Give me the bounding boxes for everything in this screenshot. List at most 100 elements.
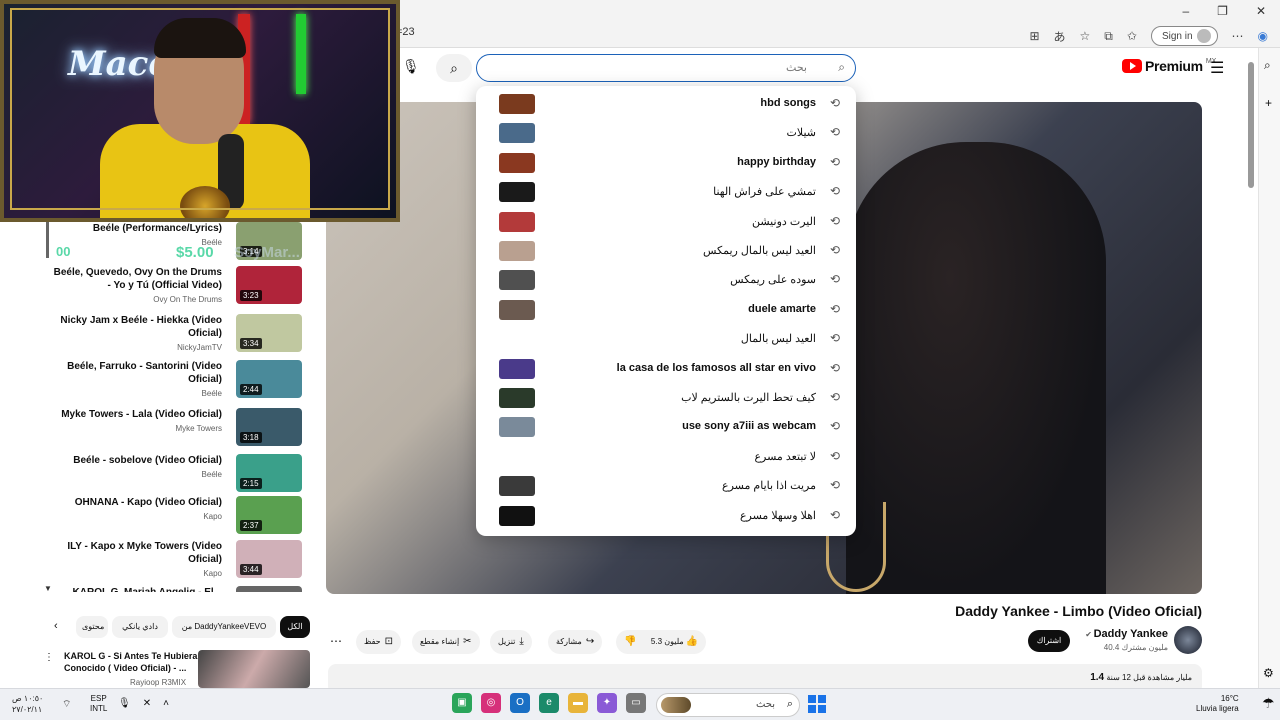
recommended-video[interactable]: ⋮ KAROL G - Si Antes Te Hubiera Conocido… xyxy=(40,650,312,688)
related-video[interactable]: OHNANA - Kapo (Video Oficial) Kapo 2:37 xyxy=(42,496,302,540)
suggestion-item[interactable]: كيف تحط اليرت بالستريم لاب ⟲ xyxy=(476,384,856,413)
more-icon[interactable]: ⋯ xyxy=(1232,29,1244,43)
youtube-play-icon xyxy=(1122,59,1142,73)
history-icon: ⟲ xyxy=(829,184,840,199)
video-actions: ⋯ حفظ ⊡ إنشاء مقطع ✂ تنزيل ⤓ مشاركة ↪ 👎 5.3 … xyxy=(328,630,720,654)
add-icon[interactable]: + xyxy=(1265,96,1272,110)
minimize-icon[interactable]: – xyxy=(1182,4,1189,18)
related-video[interactable]: Nicky Jam x Beéle - Hiekka (Video Oficia… xyxy=(42,314,302,358)
share-icon: ↪ xyxy=(585,636,595,647)
related-video[interactable]: Beéle, Farruko - Santorini (Video Oficia… xyxy=(42,360,302,404)
rain-icon: ☂ xyxy=(1262,695,1275,711)
related-video[interactable]: Beéle, Quevedo, Ovy On the Drums - Yo y … xyxy=(42,266,302,310)
related-video[interactable]: KAROL G, Mariah Angeliq - El... xyxy=(42,586,302,592)
page-scrollbar[interactable] xyxy=(1246,48,1256,688)
related-text: ILY - Kapo x Myke Towers (Video Oficial)… xyxy=(52,540,222,578)
chip-from-channel[interactable]: من DaddyYankeeVEVO xyxy=(172,616,276,638)
chip-daddy-yankee[interactable]: دادي يانكي xyxy=(112,616,168,638)
more-horiz-icon[interactable]: ⋯ xyxy=(330,634,342,648)
scroll-down-icon[interactable]: ▼ xyxy=(44,584,52,593)
share-button[interactable]: مشاركة ↪ xyxy=(548,630,603,654)
chip-content[interactable]: محتوى xyxy=(76,616,108,638)
share-label: مشاركة xyxy=(556,637,582,646)
suggestion-item[interactable]: العيد ليس بالمال ريمكس ⟲ xyxy=(476,237,856,266)
suggestion-item[interactable]: happy birthday ⟲ xyxy=(476,149,856,178)
favorites-icon[interactable]: ✩ xyxy=(1127,29,1137,43)
edge-icon[interactable]: e xyxy=(539,693,559,713)
suggestion-item[interactable]: use sony a7iii as webcam ⟲ xyxy=(476,413,856,442)
wifi-icon[interactable]: ⌔ xyxy=(62,698,71,711)
taskbar-search-label: بحث xyxy=(755,699,775,710)
more-vert-icon[interactable]: ⋮ xyxy=(44,652,54,663)
suggestion-item[interactable]: مريت اذا بايام مسرع ⟲ xyxy=(476,472,856,501)
star-icon[interactable]: ☆ xyxy=(1080,29,1091,43)
hamburger-menu-icon[interactable]: ☰ xyxy=(1210,58,1224,78)
suggestion-item[interactable]: duele amarte ⟲ xyxy=(476,296,856,325)
suggestion-thumbnail xyxy=(499,123,535,144)
weather-widget[interactable]: 16°C Lluvia ligera xyxy=(1196,694,1239,714)
search-icon[interactable]: ⌕ xyxy=(1264,58,1271,73)
chevron-left-icon[interactable]: ‹ xyxy=(54,620,58,632)
chip-all[interactable]: الكل xyxy=(280,616,310,638)
dislike-icon[interactable]: 👎 xyxy=(624,636,636,647)
close-icon[interactable]: ✕ xyxy=(1256,4,1266,18)
extension-icon[interactable]: ⊞ xyxy=(1029,29,1039,43)
duration-badge: 3:23 xyxy=(240,290,262,301)
file-explorer-icon[interactable]: ▬ xyxy=(568,693,588,713)
suggestion-item[interactable]: لا تبتعد مسرع ⟲ xyxy=(476,443,856,472)
taskbar-search[interactable]: بحث ⌕ xyxy=(656,693,800,717)
chevron-up-icon[interactable]: ˄ xyxy=(163,698,169,709)
start-icon[interactable] xyxy=(808,695,826,713)
settings-icon[interactable]: ⚙ xyxy=(1263,666,1274,680)
download-button[interactable]: تنزيل ⤓ xyxy=(490,630,532,654)
suggestion-item[interactable]: اليرت دونيشن ⟲ xyxy=(476,208,856,237)
taskbar-apps: ▣ ◎ O e ▬ ✦ ▭ xyxy=(452,693,646,713)
copilot-icon[interactable]: ◉ xyxy=(1258,29,1268,43)
maximize-icon[interactable]: ❐ xyxy=(1217,4,1228,18)
history-icon: ⟲ xyxy=(829,213,840,228)
microphone-icon[interactable]: 🎙 xyxy=(118,698,131,709)
copilot-icon[interactable]: ✦ xyxy=(597,693,617,713)
search-input[interactable] xyxy=(487,59,807,77)
mute-icon[interactable]: ✕ xyxy=(143,698,151,709)
suggestion-item[interactable]: la casa de los famosos all star en vivo ⟲ xyxy=(476,355,856,384)
task-view-icon[interactable]: ▭ xyxy=(626,693,646,713)
duration-badge: 3:44 xyxy=(240,564,262,575)
app-icon[interactable]: ▣ xyxy=(452,693,472,713)
instagram-icon[interactable]: ◎ xyxy=(481,693,501,713)
subscribe-button[interactable]: اشتراك xyxy=(1028,630,1070,652)
youtube-premium-logo[interactable]: Premium MX xyxy=(1122,58,1216,74)
filter-chips: ‹ محتوى دادي يانكي من DaddyYankeeVEVO ال… xyxy=(46,616,312,638)
like-icon[interactable]: 👍 xyxy=(686,636,698,647)
save-button[interactable]: حفظ ⊡ xyxy=(356,630,401,654)
microphone-icon[interactable]: 🎙 xyxy=(402,58,420,75)
related-video[interactable]: ILY - Kapo x Myke Towers (Video Oficial)… xyxy=(42,540,302,584)
search-button[interactable]: ⌕ xyxy=(436,54,472,82)
suggestion-text: شيلات xyxy=(786,127,816,140)
suggestion-item[interactable]: hbd songs ⟲ xyxy=(476,90,856,119)
suggestion-text: la casa de los famosos all star en vivo xyxy=(616,361,816,374)
clip-button[interactable]: إنشاء مقطع ✂ xyxy=(412,630,480,654)
weather-temp: 16°C xyxy=(1220,694,1239,703)
channel-avatar[interactable] xyxy=(1174,626,1202,654)
related-title: Myke Towers - Lala (Video Oficial) xyxy=(61,409,222,420)
search-box[interactable]: ⌕ xyxy=(476,54,856,82)
related-video[interactable]: Beéle - sobelove (Video Oficial) Beéle 2:1… xyxy=(42,454,302,498)
collections-icon[interactable]: ⧉ xyxy=(1104,29,1113,44)
outlook-icon[interactable]: O xyxy=(510,693,530,713)
suggestion-item[interactable]: العيد ليس بالمال ⟲ xyxy=(476,325,856,354)
suggestion-item[interactable]: شيلات ⟲ xyxy=(476,119,856,148)
taskbar-clock[interactable]: ١٠:٥٠ ص ٢٧/٠٢/١١ xyxy=(12,693,43,715)
language-indicator[interactable]: ESP INTL xyxy=(90,694,107,714)
signin-button[interactable]: Sign in xyxy=(1150,26,1218,46)
suggestion-item[interactable]: اهلا وسهلا مسرع ⟲ xyxy=(476,502,856,531)
scrollbar-thumb[interactable] xyxy=(1248,62,1254,188)
suggestion-item[interactable]: سوده على ريمكس ⟲ xyxy=(476,266,856,295)
translate-icon[interactable]: あ xyxy=(1054,28,1066,45)
signin-label: Sign in xyxy=(1161,30,1193,42)
suggestion-item[interactable]: تمشي على فراش الهنا ⟲ xyxy=(476,178,856,207)
channel-name[interactable]: Daddy Yankee xyxy=(1094,628,1168,640)
related-video[interactable]: Myke Towers - Lala (Video Oficial) Myke T… xyxy=(42,408,302,452)
lang-layout: INTL xyxy=(90,704,108,713)
suggestion-text: اهلا وسهلا مسرع xyxy=(739,509,816,522)
